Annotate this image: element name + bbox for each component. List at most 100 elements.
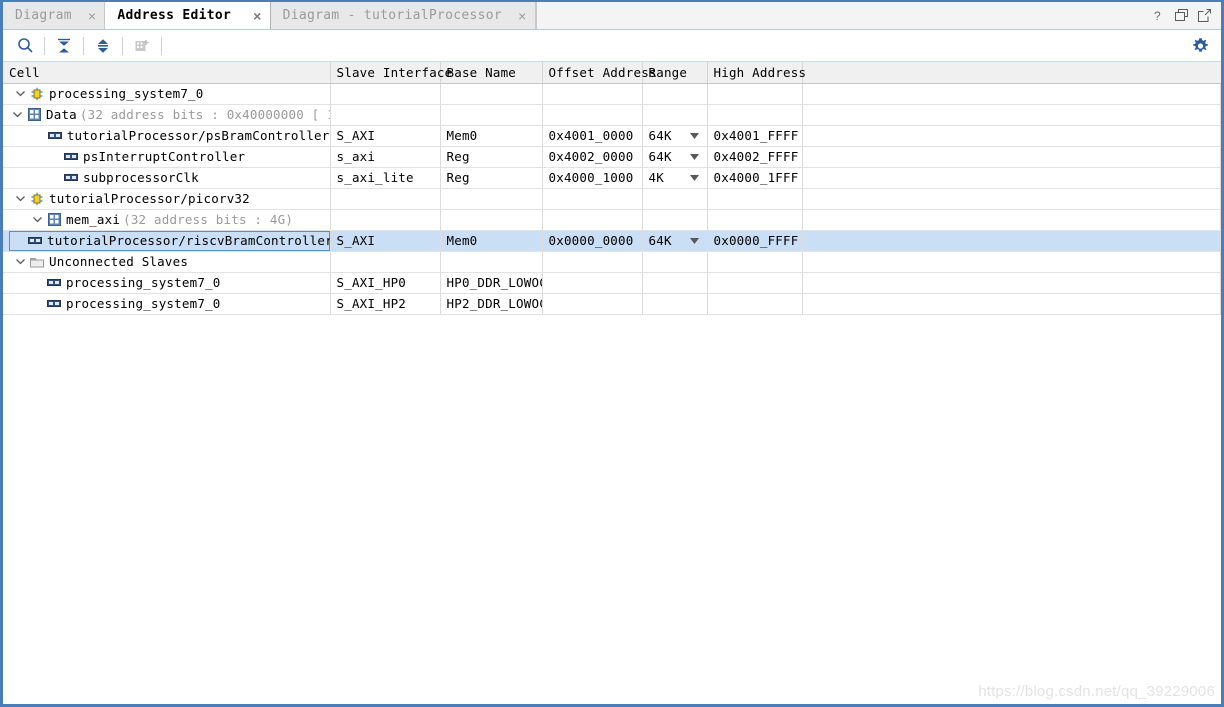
range-cell[interactable]: 4K xyxy=(642,167,708,189)
range-cell[interactable] xyxy=(642,272,708,294)
slave-interface-cell[interactable] xyxy=(330,104,441,126)
base-name-cell[interactable] xyxy=(440,188,543,210)
tree-node[interactable]: processing_system7_0 xyxy=(9,294,329,314)
table-row[interactable]: psInterruptController s_axi Reg 0x4002_0000… xyxy=(3,146,1221,168)
cell-name-cell[interactable]: Data(32 address bits : 0x40000000 [ 1G ]… xyxy=(3,104,331,126)
tab-diagram[interactable]: Diagram × xyxy=(3,2,106,29)
offset-address-cell[interactable] xyxy=(542,209,643,231)
close-icon[interactable]: × xyxy=(518,9,526,23)
tree-node[interactable]: processing_system7_0 xyxy=(9,84,329,104)
column-header-high-address[interactable]: High Address xyxy=(707,62,806,84)
slave-interface-cell[interactable]: s_axi_lite xyxy=(330,167,441,189)
high-address-cell[interactable] xyxy=(707,293,803,315)
offset-address-cell[interactable] xyxy=(542,272,643,294)
restore-window-icon[interactable] xyxy=(1175,9,1188,22)
tree-node[interactable]: tutorialProcessor/psBramController xyxy=(9,126,329,146)
range-cell[interactable]: 64K xyxy=(642,146,708,168)
base-name-cell[interactable]: HP2_DDR_LOWOCM xyxy=(440,293,543,315)
high-address-cell[interactable] xyxy=(707,104,803,126)
cell-name-cell[interactable]: processing_system7_0 xyxy=(3,293,331,315)
help-icon[interactable]: ? xyxy=(1154,9,1165,23)
close-icon[interactable]: × xyxy=(253,9,261,23)
offset-address-cell[interactable] xyxy=(542,251,643,273)
cell-name-cell[interactable]: psInterruptController xyxy=(3,146,331,168)
chevron-down-icon[interactable] xyxy=(689,237,699,244)
cell-name-cell[interactable]: mem_axi (32 address bits : 4G) xyxy=(3,209,331,231)
offset-address-cell[interactable] xyxy=(542,83,643,105)
table-row[interactable]: Data(32 address bits : 0x40000000 [ 1G ]… xyxy=(3,104,1221,126)
offset-address-cell[interactable] xyxy=(542,188,643,210)
slave-interface-cell[interactable] xyxy=(330,209,441,231)
tree-node[interactable]: Data(32 address bits : 0x40000000 [ 1G ]… xyxy=(9,105,329,125)
high-address-cell[interactable]: 0x0000_FFFF xyxy=(707,230,803,252)
column-header-base-name[interactable]: Base Name xyxy=(440,62,543,84)
chevron-down-icon[interactable] xyxy=(12,189,28,209)
high-address-cell[interactable] xyxy=(707,251,803,273)
column-header-offset-address[interactable]: Offset Address xyxy=(542,62,656,84)
range-cell[interactable]: 64K xyxy=(642,125,708,147)
high-address-cell[interactable] xyxy=(707,188,803,210)
high-address-cell[interactable]: 0x4002_FFFF xyxy=(707,146,803,168)
base-name-cell[interactable]: HP0_DDR_LOWOCM xyxy=(440,272,543,294)
offset-address-cell[interactable]: 0x4001_0000 xyxy=(542,125,643,147)
tree-node[interactable]: tutorialProcessor/riscvBramController xyxy=(9,230,329,250)
offset-address-cell[interactable]: 0x0000_0000 xyxy=(542,230,643,252)
base-name-cell[interactable] xyxy=(440,209,543,231)
detach-window-icon[interactable] xyxy=(1198,9,1211,22)
range-cell[interactable] xyxy=(642,209,708,231)
base-name-cell[interactable]: Mem0 xyxy=(440,125,543,147)
tree-node[interactable]: subprocessorClk xyxy=(9,168,329,188)
base-name-cell[interactable] xyxy=(440,104,543,126)
base-name-cell[interactable]: Reg xyxy=(440,146,543,168)
gear-icon[interactable] xyxy=(1192,37,1209,54)
offset-address-cell[interactable]: 0x4000_1000 xyxy=(542,167,643,189)
cell-name-cell[interactable]: processing_system7_0 xyxy=(3,272,331,294)
slave-interface-cell[interactable]: S_AXI xyxy=(330,125,441,147)
slave-interface-cell[interactable]: S_AXI xyxy=(330,230,441,252)
offset-address-cell[interactable] xyxy=(542,104,643,126)
chevron-down-icon[interactable] xyxy=(29,210,45,230)
base-name-cell[interactable] xyxy=(440,83,543,105)
column-header-range[interactable]: Range xyxy=(642,62,708,84)
slave-interface-cell[interactable]: S_AXI_HP2 xyxy=(330,293,441,315)
column-header-cell[interactable]: Cell xyxy=(3,62,331,84)
tree-node[interactable]: psInterruptController xyxy=(9,147,329,167)
table-row[interactable]: tutorialProcessor/riscvBramController S_A… xyxy=(3,230,1221,252)
high-address-cell[interactable]: 0x4001_FFFF xyxy=(707,125,803,147)
expand-all-icon[interactable] xyxy=(89,33,117,59)
cell-name-cell[interactable]: tutorialProcessor/riscvBramController xyxy=(3,230,331,252)
chevron-down-icon[interactable] xyxy=(689,153,699,160)
high-address-cell[interactable] xyxy=(707,83,803,105)
cell-name-cell[interactable]: processing_system7_0 xyxy=(3,83,331,105)
table-row[interactable]: processing_system7_0 S_AXI_HP2 HP2_DDR_LOW… xyxy=(3,293,1221,315)
range-cell[interactable] xyxy=(642,293,708,315)
slave-interface-cell[interactable] xyxy=(330,83,441,105)
chevron-down-icon[interactable] xyxy=(9,105,25,125)
tab-diagram-tutorialprocessor[interactable]: Diagram - tutorialProcessor × xyxy=(270,2,536,29)
table-row[interactable]: processing_system7_0 S_AXI_HP0 HP0_DDR_LOW… xyxy=(3,272,1221,294)
base-name-cell[interactable]: Reg xyxy=(440,167,543,189)
table-row[interactable]: tutorialProcessor/psBramController S_AXI M… xyxy=(3,125,1221,147)
range-cell[interactable] xyxy=(642,83,708,105)
slave-interface-cell[interactable] xyxy=(330,188,441,210)
table-row[interactable]: processing_system7_0 xyxy=(3,83,1221,105)
table-row[interactable]: mem_axi (32 address bits : 4G) xyxy=(3,209,1221,231)
tree-node[interactable]: tutorialProcessor/picorv32 xyxy=(9,189,329,209)
chevron-down-icon[interactable] xyxy=(12,84,28,104)
offset-address-cell[interactable]: 0x4002_0000 xyxy=(542,146,643,168)
search-icon[interactable] xyxy=(11,33,39,59)
high-address-cell[interactable]: 0x4000_1FFF xyxy=(707,167,803,189)
collapse-all-icon[interactable] xyxy=(50,33,78,59)
high-address-cell[interactable] xyxy=(707,209,803,231)
table-row[interactable]: subprocessorClk s_axi_lite Reg 0x4000_1000 4… xyxy=(3,167,1221,189)
offset-address-cell[interactable] xyxy=(542,293,643,315)
tab-address-editor[interactable]: Address Editor × xyxy=(105,2,271,29)
table-row[interactable]: tutorialProcessor/picorv32 xyxy=(3,188,1221,210)
base-name-cell[interactable] xyxy=(440,251,543,273)
slave-interface-cell[interactable]: s_axi xyxy=(330,146,441,168)
cell-name-cell[interactable]: Unconnected Slaves xyxy=(3,251,331,273)
cell-name-cell[interactable]: subprocessorClk xyxy=(3,167,331,189)
tree-node[interactable]: processing_system7_0 xyxy=(9,273,329,293)
chevron-down-icon[interactable] xyxy=(12,252,28,272)
range-cell[interactable]: 64K xyxy=(642,230,708,252)
